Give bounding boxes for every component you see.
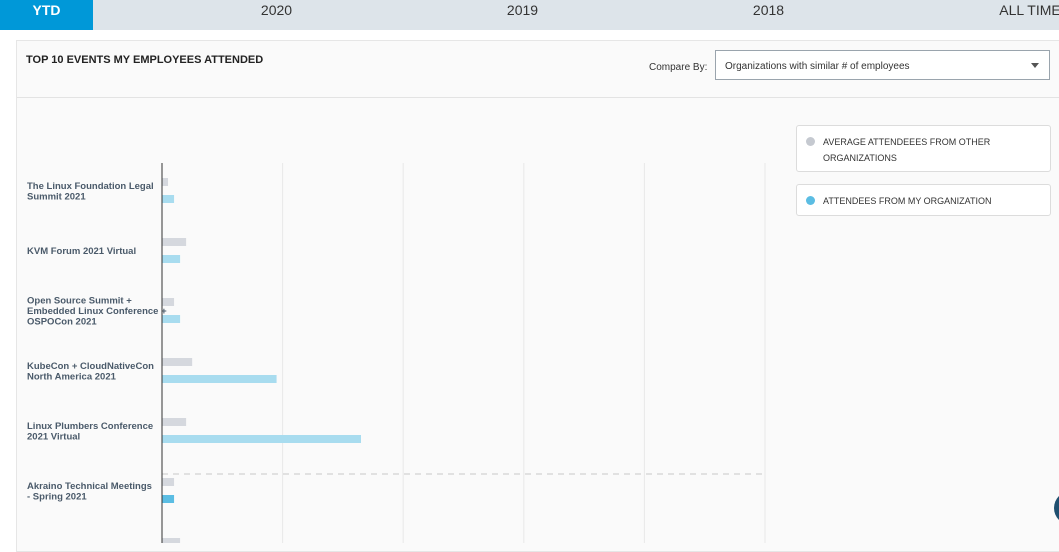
bar-my-org	[162, 255, 181, 263]
bar-average	[162, 418, 187, 426]
bar-average	[162, 178, 169, 186]
bar-my-org	[162, 375, 277, 383]
category-label: Open Source Summit + Embedded Linux Confe…	[27, 296, 167, 328]
category-label: The Linux Foundation Legal Summit 2021	[27, 181, 154, 203]
category-label: Linux Plumbers Conference 2021 Virtual	[27, 421, 153, 443]
bar-average	[162, 298, 175, 306]
category-label: KVM Forum 2021 Virtual	[27, 246, 136, 257]
bar-average	[162, 238, 187, 246]
category-label: KubeCon + CloudNativeCon North America 20…	[27, 361, 154, 383]
bar-my-org	[162, 495, 175, 503]
bar-my-org	[162, 195, 175, 203]
bar-average	[162, 358, 193, 366]
bar-my-org	[162, 435, 361, 443]
bar-chart: The Linux Foundation Legal Summit 2021 KVM…	[27, 163, 766, 543]
category-label: Akraino Technical Meetings - Spring 2021	[27, 481, 152, 503]
bar-average	[162, 478, 175, 486]
bar-average	[162, 538, 181, 543]
